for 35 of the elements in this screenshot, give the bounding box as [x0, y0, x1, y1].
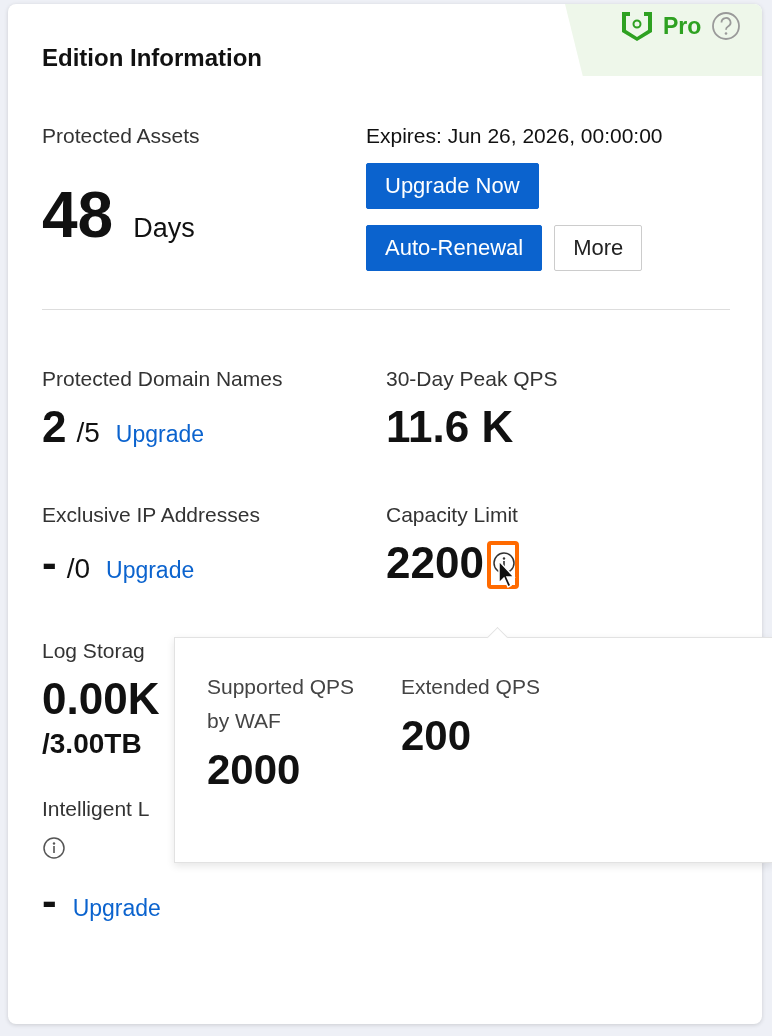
upgrade-button[interactable]: Upgrade Now [366, 163, 539, 209]
metric-value: 11.6 K [386, 401, 514, 453]
tooltip-value: 200 [401, 712, 473, 760]
card-title: Edition Information [42, 44, 263, 72]
upgrade-link[interactable]: Upgrade [72, 895, 161, 922]
tooltip-value: 2000 [207, 746, 302, 794]
metric-value: 0.00K [42, 673, 160, 725]
tooltip-label: Supported QPS by WAF [207, 674, 356, 734]
metric-label: Intelligent L [42, 796, 151, 822]
shield-icon [619, 10, 655, 42]
metric-value: - [42, 875, 57, 927]
upgrade-link[interactable]: Upgrade [115, 421, 205, 448]
expiry-date: Expires: Jun 26, 2026, 00:00:00 [366, 123, 663, 149]
metric-value: 2200 [386, 537, 484, 589]
metric-label: Protected Assets [42, 123, 201, 149]
more-button[interactable]: More [554, 225, 643, 271]
metric-value: - [42, 537, 57, 589]
metric-label: Capacity Limit [386, 502, 519, 528]
days-value: 48 [42, 178, 114, 253]
metric-value: 2 [42, 401, 67, 453]
upgrade-link[interactable]: Upgrade [106, 557, 195, 584]
metric-label: Protected Domain Names [42, 366, 284, 392]
metric-label: Exclusive IP Addresses [42, 502, 261, 528]
help-icon[interactable] [711, 11, 742, 41]
metric-quota: /0 [66, 553, 90, 585]
metric-label: 30-Day Peak QPS [386, 366, 558, 392]
metric-quota: /3.00TB [42, 728, 142, 759]
metric-quota: /5 [76, 417, 100, 449]
renew-button[interactable]: Auto-Renewal [366, 225, 543, 271]
metric-label: Log Storag [42, 638, 146, 664]
days-unit: Days [133, 213, 195, 244]
info-icon[interactable] [42, 836, 66, 860]
info-icon[interactable] [491, 551, 516, 575]
edition-name: Pro [663, 12, 702, 40]
tooltip-label: Extended QPS [401, 674, 540, 700]
